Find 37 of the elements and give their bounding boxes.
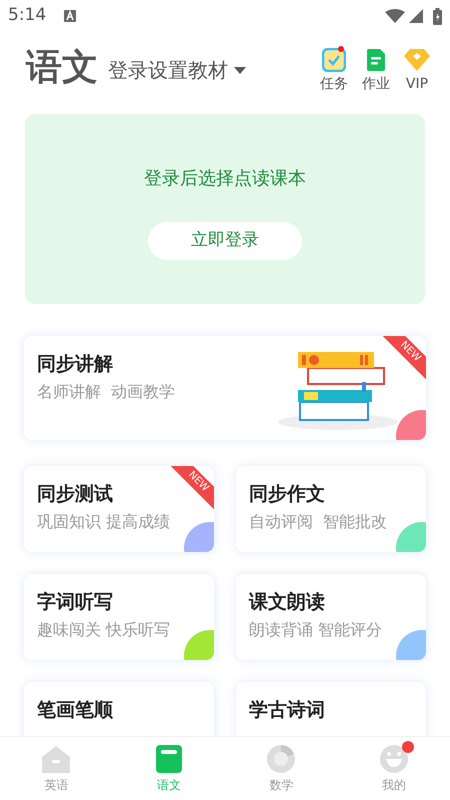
feature-card[interactable]: 同步作文 自动评阅 智能批改 bbox=[236, 466, 426, 552]
pie-icon bbox=[267, 745, 296, 773]
card-subtitle: 巩固知识 提高成绩 bbox=[37, 512, 172, 532]
notification-icon bbox=[64, 10, 76, 22]
card-subtitle: 自动评阅 智能批改 bbox=[249, 512, 388, 532]
card-subtitle: 名师讲解 动画教学 bbox=[37, 382, 176, 402]
notebook-icon bbox=[364, 48, 388, 72]
subject-title: 语文 bbox=[26, 46, 98, 90]
smiley-icon bbox=[380, 745, 408, 773]
status-time: 5:14 bbox=[8, 4, 46, 28]
card-title: 笔画笔顺 bbox=[37, 698, 114, 722]
battery-icon bbox=[433, 8, 442, 24]
header-action-button[interactable]: 任务 bbox=[320, 48, 348, 94]
caret-icon bbox=[234, 66, 246, 74]
card-title: 字词听写 bbox=[37, 590, 114, 614]
card-title: 学古诗词 bbox=[249, 698, 326, 722]
signal-icon bbox=[409, 9, 423, 23]
feature-card[interactable]: 字词听写 趣味闯关 快乐听写 bbox=[24, 574, 214, 660]
card-title: 课文朗读 bbox=[249, 590, 326, 614]
header-action-button[interactable]: 作业 bbox=[362, 48, 390, 94]
textbook-selector[interactable]: 登录设置教材 bbox=[108, 55, 246, 85]
diamond-icon bbox=[404, 48, 430, 72]
card-title: 同步作文 bbox=[249, 482, 326, 506]
header-action-button[interactable]: VIP bbox=[404, 48, 430, 94]
house-icon bbox=[41, 745, 72, 773]
wifi-icon bbox=[385, 9, 405, 23]
login-prompt: 登录后选择点读课本 bbox=[144, 166, 306, 190]
login-button[interactable]: 立即登录 bbox=[148, 222, 302, 260]
card-subtitle: 趣味闯关 快乐听写 bbox=[37, 620, 172, 640]
card-title: 同步讲解 bbox=[37, 352, 114, 376]
feature-card[interactable]: 学古诗词 bbox=[236, 682, 426, 738]
card-title: 同步测试 bbox=[37, 482, 114, 506]
feature-card[interactable]: 笔画笔顺 bbox=[24, 682, 214, 738]
card-subtitle: 朗读背诵 智能评分 bbox=[249, 620, 384, 640]
book-icon bbox=[156, 745, 182, 773]
checkbox-icon bbox=[322, 48, 346, 72]
feature-card[interactable]: 课文朗读 朗读背诵 智能评分 bbox=[236, 574, 426, 660]
